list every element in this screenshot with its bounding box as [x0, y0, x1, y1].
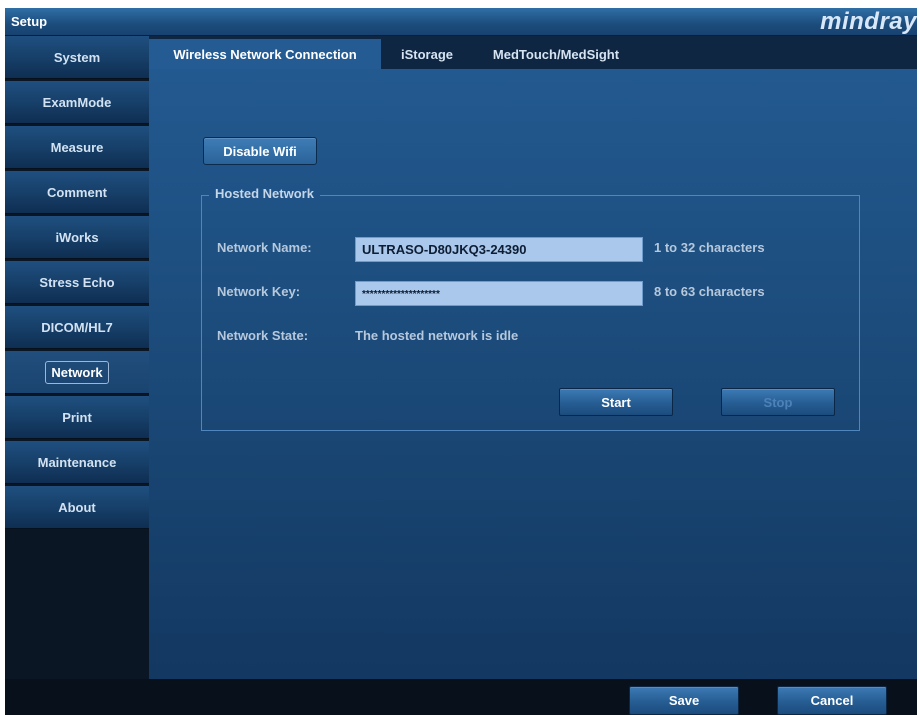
sidebar-item-comment[interactable]: Comment	[5, 171, 149, 214]
tab-bar: Wireless Network Connection iStorage Med…	[149, 36, 917, 69]
sidebar-item-measure[interactable]: Measure	[5, 126, 149, 169]
sidebar-item-label: ExamMode	[42, 94, 112, 110]
tab-istorage[interactable]: iStorage	[389, 39, 465, 69]
sidebar-item-label: Maintenance	[37, 454, 117, 470]
sidebar-item-label: Comment	[47, 184, 107, 200]
sidebar-item-label: Stress Echo	[39, 274, 115, 290]
mindray-logo: mindray	[820, 8, 917, 35]
tab-medtouch-medsight[interactable]: MedTouch/MedSight	[475, 39, 637, 69]
tab-label: iStorage	[400, 46, 453, 62]
network-name-hint: 1 to 32 characters	[654, 240, 765, 255]
sidebar-item-print[interactable]: Print	[5, 396, 149, 439]
sidebar-item-stress-echo[interactable]: Stress Echo	[5, 261, 149, 304]
network-state-value: The hosted network is idle	[355, 328, 519, 343]
sidebar-item-exammode[interactable]: ExamMode	[5, 81, 149, 124]
sidebar-item-label: Print	[62, 409, 92, 425]
setup-window: Setup mindray System ExamMode Measure Co…	[5, 8, 917, 715]
network-name-field[interactable]	[355, 237, 643, 262]
save-button[interactable]: Save	[629, 686, 739, 715]
sidebar: System ExamMode Measure Comment iWorks S…	[5, 36, 149, 715]
sidebar-item-dicom-hl7[interactable]: DICOM/HL7	[5, 306, 149, 349]
tab-wireless-network-connection[interactable]: Wireless Network Connection	[149, 39, 381, 69]
sidebar-item-label: System	[53, 49, 101, 65]
network-key-field[interactable]	[355, 281, 643, 306]
title-bar: Setup mindray	[5, 8, 917, 36]
stop-button[interactable]: Stop	[721, 388, 835, 416]
network-key-hint: 8 to 63 characters	[654, 284, 765, 299]
network-key-label: Network Key:	[217, 284, 301, 299]
sidebar-item-iworks[interactable]: iWorks	[5, 216, 149, 259]
network-state-label: Network State:	[217, 328, 309, 343]
sidebar-item-system[interactable]: System	[5, 36, 149, 79]
disable-wifi-button[interactable]: Disable Wifi	[203, 137, 317, 165]
sidebar-item-about[interactable]: About	[5, 486, 149, 529]
sidebar-item-label: Measure	[50, 139, 104, 155]
start-button[interactable]: Start	[559, 388, 673, 416]
tab-label: MedTouch/MedSight	[492, 46, 620, 62]
hosted-network-legend: Hosted Network	[209, 186, 320, 201]
sidebar-item-label: iWorks	[55, 229, 99, 245]
network-name-label: Network Name:	[217, 240, 312, 255]
cancel-button[interactable]: Cancel	[777, 686, 887, 715]
sidebar-item-maintenance[interactable]: Maintenance	[5, 441, 149, 484]
sidebar-item-network[interactable]: Network	[5, 351, 149, 394]
network-settings-panel: Wireless Network Connection iStorage Med…	[149, 36, 917, 679]
footer-bar: Save Cancel	[5, 679, 917, 715]
sidebar-item-label: About	[58, 499, 96, 515]
window-title: Setup	[11, 14, 48, 29]
sidebar-item-label: DICOM/HL7	[41, 319, 113, 335]
tab-label: Wireless Network Connection	[173, 46, 357, 62]
sidebar-item-label: Network	[45, 360, 109, 384]
